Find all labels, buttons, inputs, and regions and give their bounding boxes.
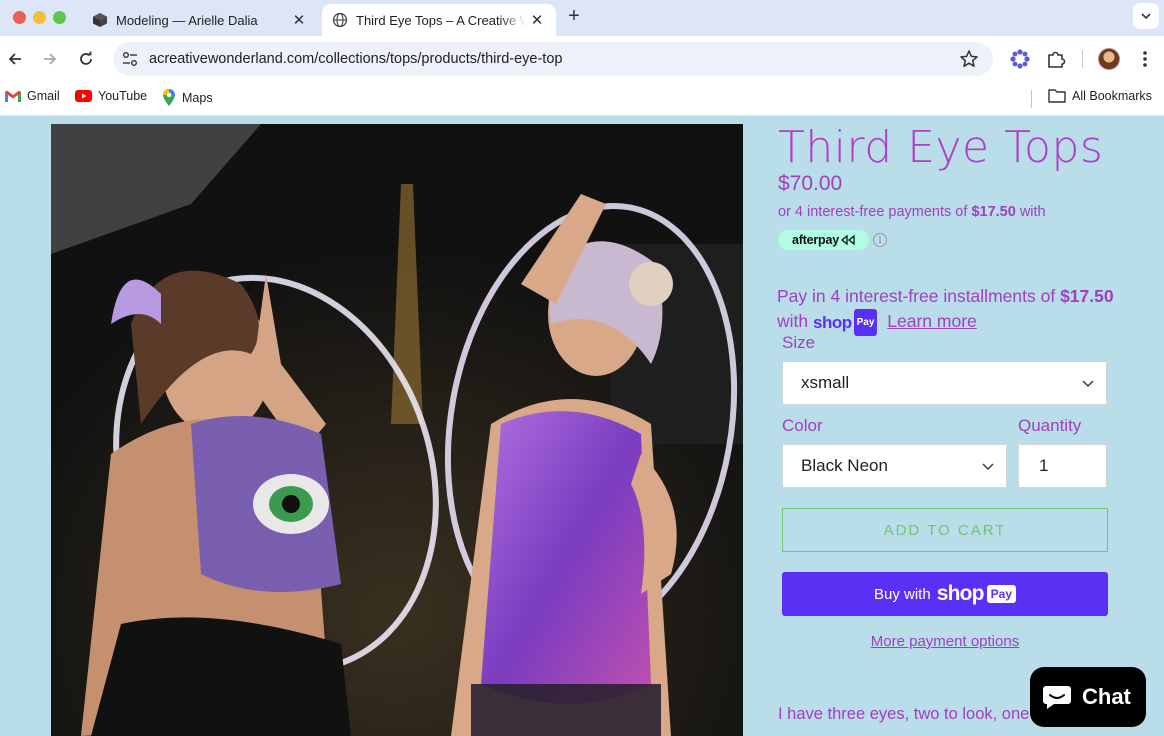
window-zoom-button[interactable] [53, 11, 66, 24]
afterpay-amount: $17.50 [971, 204, 1016, 220]
arrow-right-icon [44, 53, 57, 65]
reload-button[interactable] [74, 47, 98, 71]
color-label: Color [782, 416, 823, 435]
close-tab-icon[interactable]: ✕ [526, 11, 548, 29]
product-photo-illustration [51, 124, 743, 736]
new-tab-button[interactable]: + [563, 4, 585, 28]
afterpay-suffix: with [1019, 204, 1046, 220]
quantity-input[interactable]: 1 [1018, 444, 1107, 488]
shoppay-prefix: Pay in 4 interest-free installments of [777, 286, 1056, 306]
bookmark-maps[interactable]: Maps [162, 89, 213, 106]
tab-modeling[interactable]: Modeling — Arielle Dalia ✕ [80, 4, 318, 36]
window-close-button[interactable] [13, 11, 26, 24]
size-select[interactable]: xsmall [782, 361, 1107, 405]
shop-pay-logo-word: shop [813, 313, 852, 332]
chat-label: Chat [1082, 684, 1131, 709]
afterpay-arrows-icon [841, 235, 855, 245]
product-description: I have three eyes, two to look, one [778, 705, 1030, 723]
product-photo [51, 124, 743, 736]
tab-title: Third Eye Tops – A Creative Wonderland [356, 12, 526, 28]
shop-pay-logo-pay: Pay [853, 309, 878, 336]
bookmark-label: Gmail [27, 89, 60, 103]
tab-strip: Modeling — Arielle Dalia ✕ Third Eye Top… [0, 0, 1164, 36]
maps-icon [163, 89, 175, 106]
more-options-icon[interactable] [1136, 47, 1154, 71]
shop-pay-logo-word: shop [936, 582, 985, 605]
bookmark-star-icon[interactable] [959, 49, 979, 69]
afterpay-logo-text: afterpay [791, 233, 840, 247]
shop-pay-logo-pay: Pay [986, 585, 1017, 603]
all-bookmarks-button[interactable]: All Bookmarks [1048, 89, 1152, 103]
buy-with-label: Buy with [873, 585, 931, 603]
bookmarks-divider [1031, 90, 1032, 108]
product-price: $70.00 [778, 172, 843, 195]
buy-with-shop-pay-button[interactable]: Buy with shop Pay [782, 572, 1108, 616]
folder-icon [1048, 89, 1066, 103]
bookmark-youtube[interactable]: YouTube [75, 89, 147, 103]
back-button[interactable] [3, 47, 27, 71]
youtube-icon [75, 90, 92, 102]
shoppay-installments-message: Pay in 4 interest-free installments of $… [777, 284, 1137, 336]
afterpay-message: or 4 interest-free payments of $17.50 wi… [778, 204, 1046, 220]
color-select[interactable]: Black Neon [782, 444, 1007, 488]
shoppay-amount: $17.50 [1060, 286, 1114, 306]
cube-icon [93, 13, 107, 27]
quantity-value: 1 [1039, 456, 1049, 475]
extensions-puzzle-icon[interactable] [1045, 48, 1067, 70]
gmail-icon [5, 90, 21, 102]
arrow-left-icon [8, 53, 21, 65]
add-to-cart-button[interactable]: ADD TO CART [782, 508, 1108, 552]
shop-pay-logo: shop Pay [813, 309, 878, 336]
profile-avatar[interactable] [1098, 48, 1120, 70]
product-title: Third Eye Tops [778, 122, 1104, 173]
tab-title: Modeling — Arielle Dalia [116, 12, 258, 28]
more-payment-options-link[interactable]: More payment options [782, 633, 1108, 650]
reload-icon [80, 51, 92, 65]
shoppay-with: with [777, 311, 809, 332]
all-bookmarks-label: All Bookmarks [1072, 89, 1152, 103]
window-minimize-button[interactable] [33, 11, 46, 24]
url-text: acreativewonderland.com/collections/tops… [149, 51, 563, 67]
close-tab-icon[interactable]: ✕ [288, 11, 310, 29]
extension-flower-icon[interactable] [1009, 48, 1031, 70]
size-selected-value: xsmall [801, 373, 850, 392]
chevron-down-icon [1141, 13, 1151, 20]
chevron-down-icon [1082, 380, 1094, 387]
info-icon[interactable]: i [873, 233, 887, 247]
tab-search-button[interactable] [1133, 3, 1159, 29]
size-label: Size [782, 333, 816, 352]
afterpay-logo[interactable]: afterpay [778, 230, 869, 250]
browser-toolbar: acreativewonderland.com/collections/tops… [0, 36, 1164, 82]
bookmark-gmail[interactable]: Gmail [5, 89, 60, 103]
color-selected-value: Black Neon [801, 456, 888, 475]
globe-icon [332, 12, 348, 28]
forward-button[interactable] [38, 47, 62, 71]
bookmark-label: YouTube [98, 89, 148, 103]
chevron-down-icon [982, 463, 994, 470]
site-settings-icon[interactable] [121, 50, 139, 68]
address-bar[interactable]: acreativewonderland.com/collections/tops… [113, 42, 993, 76]
bookmarks-bar: Gmail YouTube Maps All Bookmarks [0, 82, 1164, 116]
learn-more-link[interactable]: Learn more [887, 311, 977, 331]
tab-third-eye-tops[interactable]: Third Eye Tops – A Creative Wonderland ✕ [322, 4, 556, 36]
chat-bubble-icon [1043, 686, 1071, 709]
chat-button[interactable]: Chat [1030, 667, 1146, 727]
bookmark-label: Maps [182, 90, 213, 105]
afterpay-prefix: or 4 interest-free payments of [778, 204, 968, 220]
quantity-label: Quantity [1018, 416, 1082, 435]
toolbar-divider [1082, 50, 1083, 68]
